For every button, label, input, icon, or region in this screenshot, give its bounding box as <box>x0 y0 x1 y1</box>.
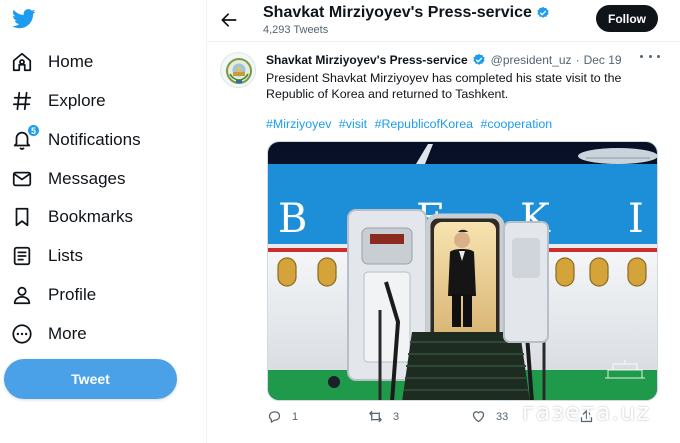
retweet-icon <box>369 410 382 423</box>
nav-item-lists[interactable]: Lists <box>10 239 83 273</box>
reply-button[interactable]: 1 <box>267 409 298 424</box>
hashtags: #Mirziyoyev #visit #RepublicofKorea #coo… <box>266 117 556 131</box>
page-title: Shavkat Mirziyoyev's Press-service <box>263 4 550 22</box>
hashtag-link[interactable]: #visit <box>339 117 367 131</box>
fuselage-letter: I <box>628 196 644 242</box>
nav-label-lists: Lists <box>48 246 83 265</box>
list-icon <box>10 244 34 268</box>
watermark: газета.uz <box>522 398 650 426</box>
like-button[interactable]: 33 <box>471 409 508 424</box>
bookmark-icon <box>10 205 34 229</box>
bell-icon: 5 <box>10 124 40 152</box>
fuselage-letter: B <box>278 196 307 242</box>
tweet-button[interactable]: Tweet <box>4 359 177 399</box>
like-count: 33 <box>496 410 509 423</box>
nav-label-more: More <box>48 324 87 343</box>
envelope-icon <box>10 167 34 191</box>
notification-badge: 5 <box>27 124 40 137</box>
nav-label-profile: Profile <box>48 285 97 304</box>
verified-badge-icon <box>473 53 485 65</box>
reply-count: 1 <box>292 410 299 423</box>
nav-item-more[interactable]: More <box>10 317 87 351</box>
tweet-handle[interactable]: @president_uz <box>491 53 572 67</box>
tweet[interactable]: Shavkat Mirziyoyev's Press-service @pres… <box>207 43 680 443</box>
side-nav: Home Explore 5 Notifications Messages Bo… <box>0 0 205 443</box>
retweet-count: 3 <box>393 410 400 423</box>
nav-item-bookmarks[interactable]: Bookmarks <box>10 200 133 234</box>
nav-item-explore[interactable]: Explore <box>10 84 106 118</box>
profile-header: Shavkat Mirziyoyev's Press-service 4,293… <box>207 0 680 42</box>
nav-label-bookmarks: Bookmarks <box>48 207 134 226</box>
nav-item-messages[interactable]: Messages <box>10 162 125 196</box>
hashtag-link[interactable]: #RepublicofKorea <box>375 117 474 131</box>
tweet-header: Shavkat Mirziyoyev's Press-service @pres… <box>266 53 666 67</box>
tweet-photo[interactable]: B E K I <box>267 141 658 401</box>
hashtag-link[interactable]: #cooperation <box>481 117 553 131</box>
reply-icon <box>268 411 281 423</box>
verified-badge-icon <box>537 6 549 18</box>
main-column: Shavkat Mirziyoyev's Press-service 4,293… <box>206 0 680 443</box>
nav-label-explore: Explore <box>48 91 106 110</box>
person-icon <box>10 283 34 307</box>
twitter-bird-icon[interactable] <box>12 9 36 29</box>
tweet-text: President Shavkat Mirziyoyev has complet… <box>266 71 622 101</box>
nav-item-home[interactable]: Home <box>10 45 93 79</box>
nav-label-home: Home <box>48 52 94 71</box>
more-options-icon[interactable] <box>640 49 660 63</box>
more-circle-icon <box>10 322 34 346</box>
nav-label-notifications: Notifications <box>48 130 141 149</box>
home-icon <box>10 50 34 74</box>
heart-icon <box>472 411 485 423</box>
nav-item-notifications[interactable]: 5 Notifications <box>10 123 141 157</box>
tweet-count: 4,293 Tweets <box>263 24 329 36</box>
tweet-author-name[interactable]: Shavkat Mirziyoyev's Press-service <box>266 53 468 67</box>
retweet-button[interactable]: 3 <box>368 409 399 424</box>
page-title-text: Shavkat Mirziyoyev's Press-service <box>263 4 532 21</box>
avatar[interactable] <box>220 52 256 88</box>
nav-item-profile[interactable]: Profile <box>10 278 96 312</box>
hashtag-icon <box>10 89 34 113</box>
follow-button[interactable]: Follow <box>596 5 658 32</box>
back-arrow-icon[interactable] <box>219 10 239 30</box>
hashtag-link[interactable]: #Mirziyoyev <box>266 117 331 131</box>
separator-dot: · <box>575 53 580 67</box>
emblem-icon <box>222 54 255 87</box>
nav-label-messages: Messages <box>48 169 126 188</box>
tweet-date[interactable]: Dec 19 <box>584 53 622 67</box>
